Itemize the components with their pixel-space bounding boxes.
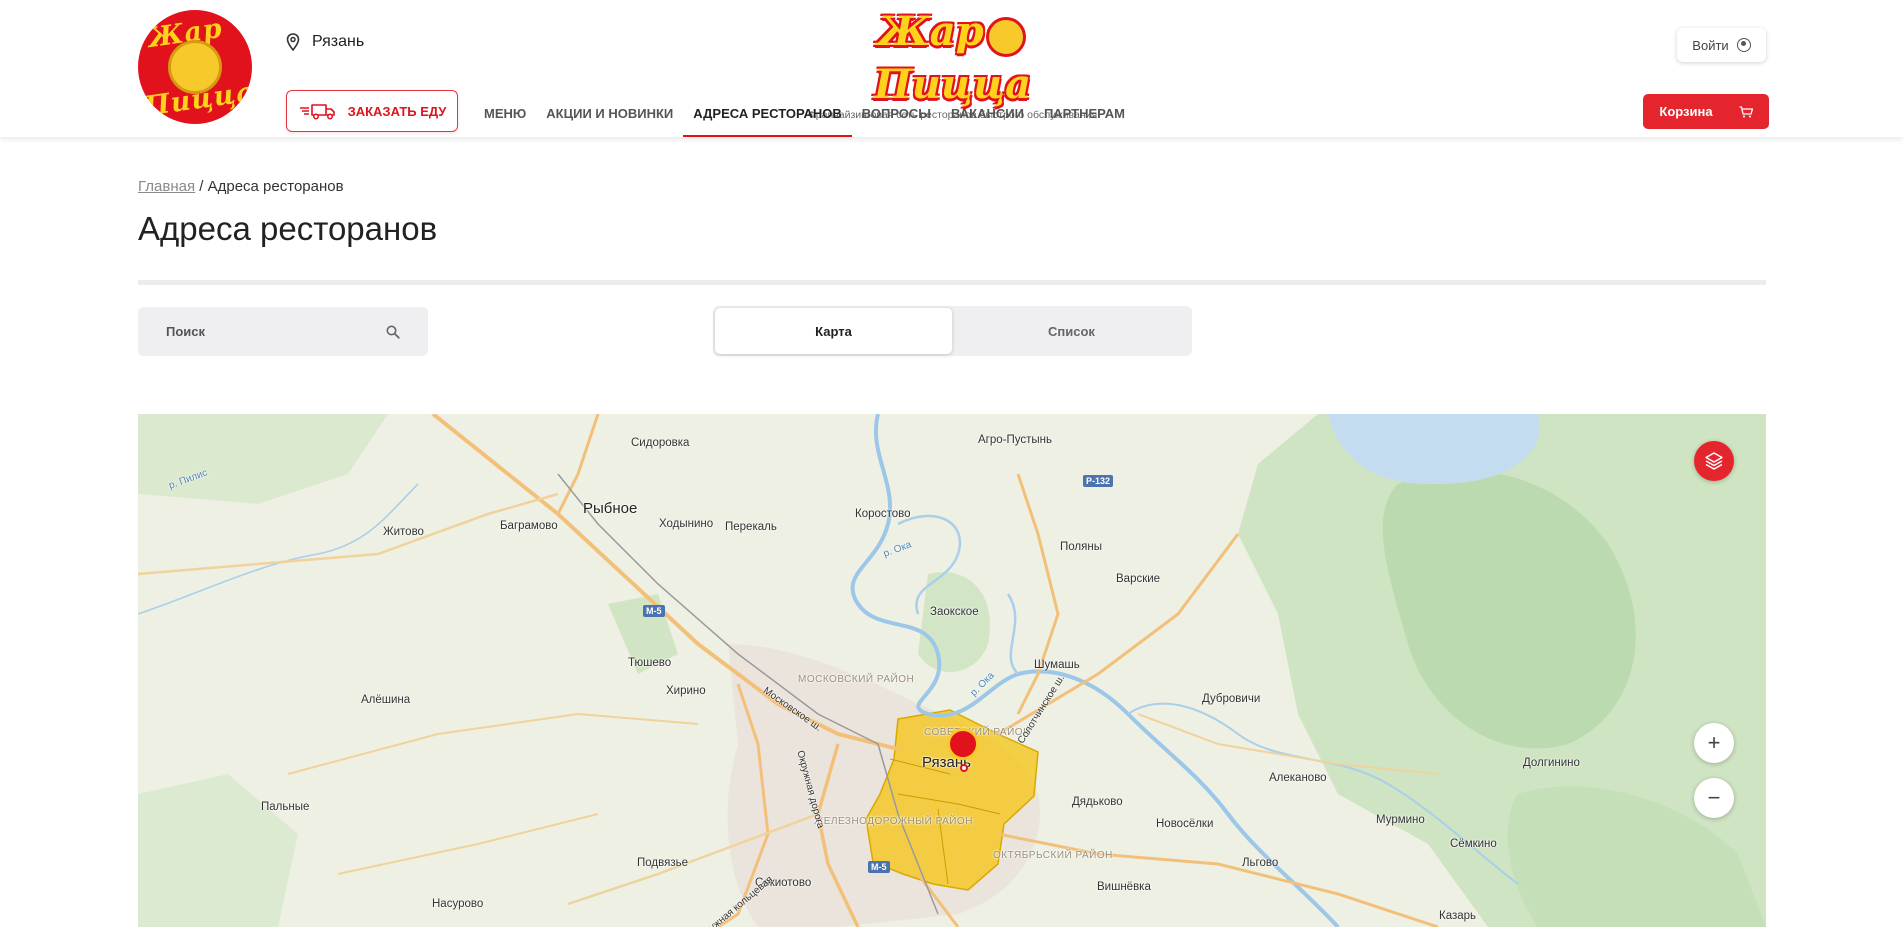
map-label-dubrovichi: Дубровичи: [1202, 693, 1261, 705]
nav-label: ВАКАНСИИ: [951, 106, 1024, 121]
marker-point: [960, 764, 968, 772]
brand-logo[interactable]: ЖарПицца Франчайзинговая сеть ресторанов…: [800, 8, 1105, 121]
login-label: Войти: [1692, 37, 1729, 53]
nav-item-partners[interactable]: ПАРТНЕРАМ: [1034, 90, 1135, 137]
restaurants-map[interactable]: Сидоровка Агро-Пустынь Рыбное Житово Баг…: [138, 414, 1766, 927]
map-label-agro-pustyn: Агро-Пустынь: [978, 434, 1052, 446]
map-label-palnye: Пальные: [261, 801, 310, 813]
map-label-korostovo: Коростово: [855, 508, 911, 520]
user-icon: [1736, 38, 1751, 52]
map-label-perekal: Перекаль: [725, 521, 777, 533]
search-icon[interactable]: [386, 325, 400, 339]
layers-icon: [1705, 452, 1723, 470]
site-header: Жар Пицца Рязань ЖарПицца Франчайзингова…: [0, 0, 1903, 137]
zoom-in-button[interactable]: +: [1694, 723, 1734, 763]
map-label-kazar: Казарь: [1439, 910, 1477, 922]
tab-map-label: Карта: [815, 323, 852, 339]
brand-pizza-icon: [985, 16, 1026, 57]
nav-item-menu[interactable]: МЕНЮ: [474, 90, 536, 137]
map-label-syomkino: Сёмкино: [1450, 838, 1497, 850]
nav-label: АДРЕСА РЕСТОРАНОВ: [693, 106, 842, 121]
map-label-nasurovo: Насурово: [432, 898, 484, 910]
cart-icon: [1739, 105, 1753, 117]
nav-label: ВОПРОСЫ: [861, 106, 932, 121]
nav-label: АКЦИИ И НОВИНКИ: [546, 106, 674, 121]
search-input[interactable]: Поиск: [138, 307, 428, 356]
breadcrumb-separator: /: [199, 178, 204, 195]
map-label-vishnyovka: Вишнёвка: [1097, 881, 1151, 893]
map-label-dolginino: Долгинино: [1523, 757, 1580, 769]
city-selector[interactable]: Рязань: [286, 33, 364, 51]
map-label-lgovo: Льгово: [1242, 857, 1279, 869]
cart-button[interactable]: Корзина: [1643, 94, 1769, 129]
minus-icon: −: [1707, 785, 1721, 810]
nav-label: ПАРТНЕРАМ: [1043, 106, 1125, 121]
breadcrumb-home-link[interactable]: Главная: [138, 178, 195, 195]
login-button[interactable]: Войти: [1677, 28, 1766, 62]
order-food-label: ЗАКАЗАТЬ ЕДУ: [347, 103, 447, 119]
zoom-out-button[interactable]: −: [1694, 778, 1734, 818]
nav-item-questions[interactable]: ВОПРОСЫ: [852, 90, 941, 137]
location-pin-icon: [286, 33, 300, 51]
nav-item-addresses[interactable]: АДРЕСА РЕСТОРАНОВ: [683, 90, 853, 137]
breadcrumb: Главная / Адреса ресторанов: [138, 178, 344, 195]
tab-list[interactable]: Список: [953, 308, 1190, 354]
map-label-polyany: Поляны: [1060, 541, 1102, 553]
plus-icon: +: [1707, 730, 1721, 755]
logo-text-bottom: Пицца: [142, 76, 252, 123]
map-background: [138, 414, 1766, 927]
map-label-bagramovo: Баграмово: [500, 520, 558, 532]
order-food-button[interactable]: ЗАКАЗАТЬ ЕДУ: [286, 90, 458, 132]
road-badge-r132: Р-132: [1083, 475, 1114, 487]
map-district-oktyabrsky: ОКТЯБРЬСКИЙ РАЙОН: [993, 850, 1113, 861]
nav-label: МЕНЮ: [484, 106, 527, 121]
map-district-moskovsky: МОСКОВСКИЙ РАЙОН: [798, 674, 915, 685]
map-label-rybnoe: Рыбное: [583, 500, 638, 517]
nav-item-promos[interactable]: АКЦИИ И НОВИНКИ: [536, 90, 683, 137]
map-label-zhitovo: Житово: [383, 526, 424, 538]
delivery-truck-icon: [299, 104, 335, 120]
main-nav: МЕНЮ АКЦИИ И НОВИНКИ АДРЕСА РЕСТОРАНОВ В…: [474, 90, 1135, 137]
nav-item-vacancies[interactable]: ВАКАНСИИ: [941, 90, 1034, 137]
logo[interactable]: Жар Пицца: [138, 10, 252, 124]
brand-word-1: Жар: [877, 8, 984, 55]
map-label-khirino: Хирино: [666, 685, 706, 697]
search-placeholder: Поиск: [166, 324, 206, 339]
map-label-khodynino: Ходынино: [659, 518, 714, 530]
view-toggle: Карта Список: [713, 306, 1192, 356]
road-badge-m5-south: М-5: [868, 861, 890, 873]
map-label-sidorovka: Сидоровка: [631, 437, 690, 449]
map-label-tyushevo: Тюшево: [628, 657, 672, 669]
map-label-shumash: Шумашь: [1034, 659, 1080, 671]
map-label-podvyazye: Подвязье: [637, 857, 688, 869]
brand-wordmark: ЖарПицца: [800, 8, 1105, 108]
map-label-alyoshina: Алёшина: [361, 694, 411, 706]
map-label-murmino: Мурмино: [1376, 814, 1425, 826]
map-label-alekanovo: Алеканово: [1269, 772, 1327, 784]
divider: [138, 280, 1766, 285]
road-badge-m5: М-5: [643, 605, 665, 617]
map-label-zaokskoe: Заокское: [930, 606, 979, 618]
map-label-novosyolki: Новосёлки: [1156, 818, 1214, 830]
city-name: Рязань: [312, 33, 365, 50]
restaurant-marker[interactable]: [947, 728, 979, 760]
tab-list-label: Список: [1048, 323, 1095, 339]
map-district-zheleznodorozhny: ЖЕЛЕЗНОДОРОЖНЫЙ РАЙОН: [814, 816, 973, 827]
tab-map[interactable]: Карта: [715, 308, 952, 354]
breadcrumb-current: Адреса ресторанов: [207, 178, 344, 195]
map-label-dyadkovo: Дядьково: [1072, 796, 1123, 808]
map-label-varskie: Варские: [1116, 573, 1161, 585]
map-layers-button[interactable]: [1694, 441, 1734, 481]
cart-label: Корзина: [1659, 104, 1713, 119]
page-title: Адреса ресторанов: [138, 210, 438, 247]
